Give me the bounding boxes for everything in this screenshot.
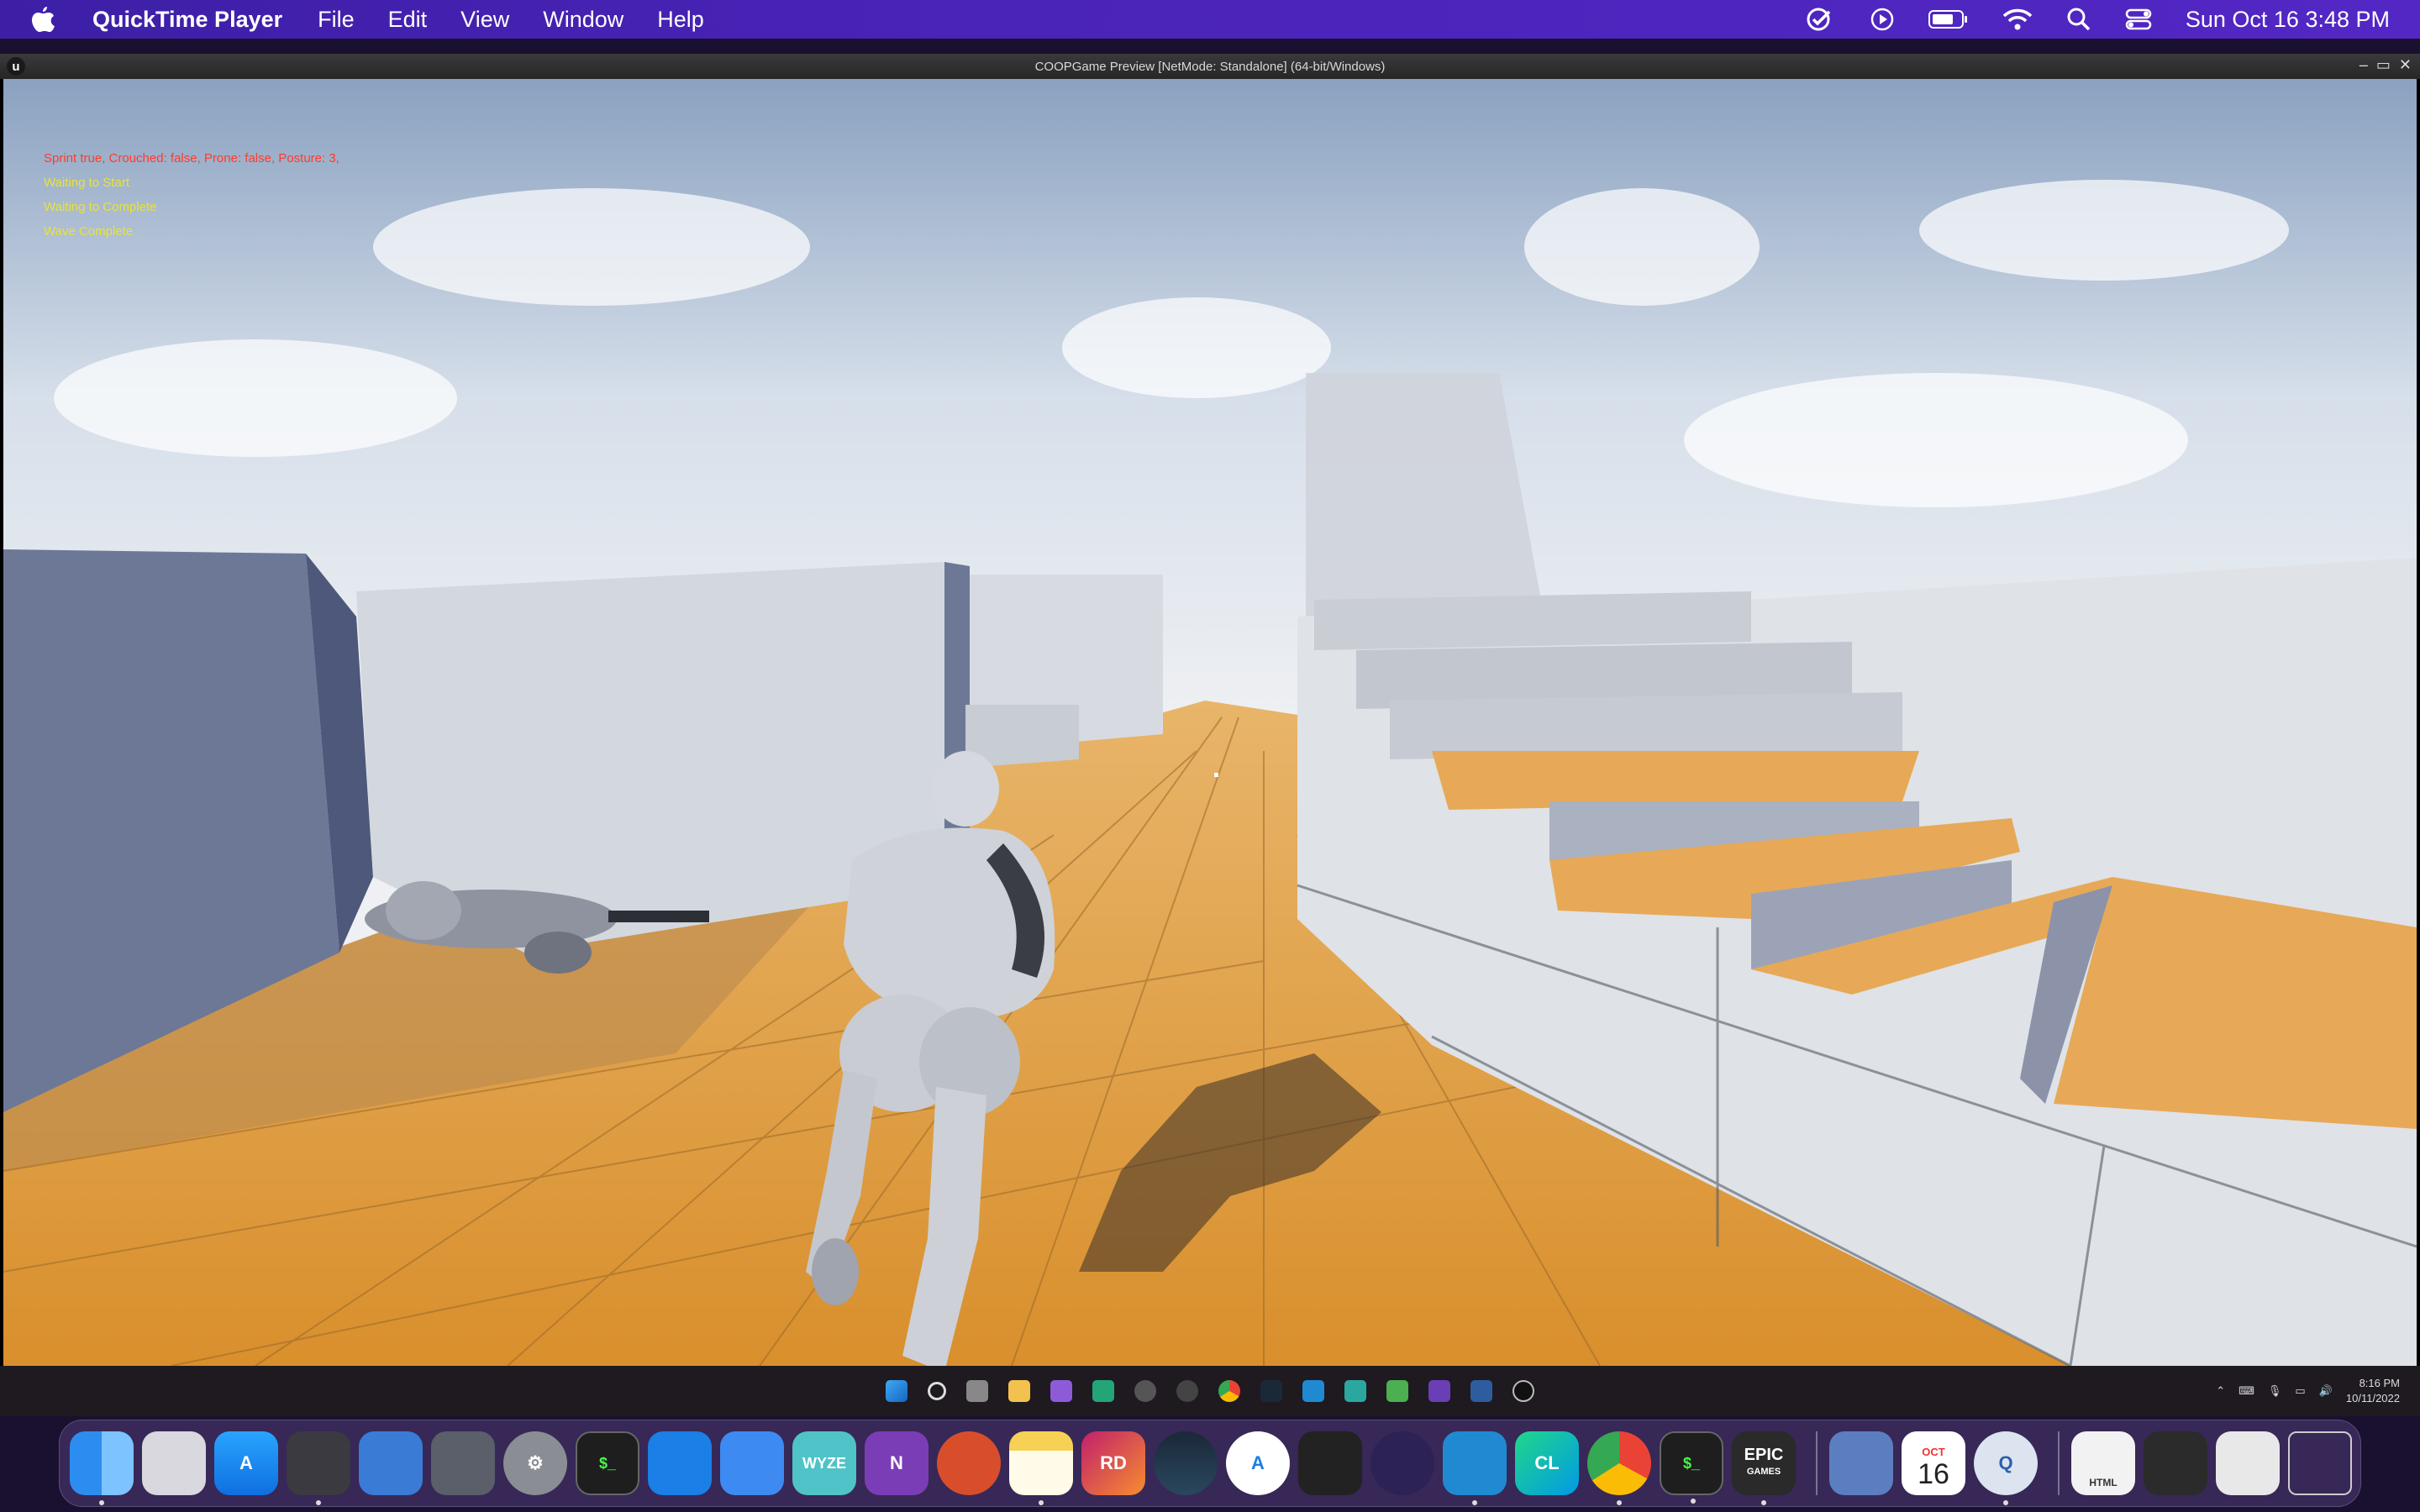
visual-studio-icon[interactable] (1050, 1380, 1072, 1402)
terminal-icon[interactable]: $_ (576, 1431, 639, 1495)
github-icon[interactable] (1134, 1380, 1156, 1402)
steam-dock-icon[interactable] (1154, 1431, 1218, 1495)
visual-studio-purple-icon[interactable] (1428, 1380, 1450, 1402)
far-tower (1306, 373, 1541, 617)
game-viewport[interactable]: Sprint true, Crouched: false, Prone: fal… (3, 79, 2417, 1366)
app-name[interactable]: QuickTime Player (92, 7, 282, 33)
play-icon[interactable] (1870, 7, 1895, 32)
windows-start-icon[interactable] (886, 1380, 908, 1402)
media-play-icon[interactable] (1386, 1380, 1408, 1402)
launchpad-icon[interactable] (142, 1431, 206, 1495)
instruments-a-icon[interactable]: A (1226, 1431, 1290, 1495)
menu-help[interactable]: Help (657, 7, 704, 33)
game-title-bar[interactable]: u COOPGame Preview [NetMode: Standalone]… (0, 54, 2420, 79)
close-icon[interactable]: ✕ (2399, 56, 2412, 74)
quicktime-icon[interactable]: Q (1974, 1431, 2038, 1505)
vscode-icon[interactable] (1302, 1380, 1324, 1402)
search-icon[interactable] (928, 1382, 946, 1400)
html-file-icon[interactable]: HTML (2071, 1431, 2135, 1495)
minimize-icon[interactable]: – (2360, 56, 2368, 74)
step-top-1 (1432, 751, 1919, 810)
game-scene (3, 79, 2417, 1366)
notes-icon[interactable] (1009, 1431, 1073, 1505)
image-capture-icon[interactable] (431, 1431, 495, 1495)
recent-window-2-icon[interactable] (2216, 1431, 2280, 1495)
steam-icon[interactable] (1260, 1380, 1282, 1402)
keyboard-icon[interactable]: ⌨ (2238, 1384, 2254, 1398)
menu-edit[interactable]: Edit (388, 7, 428, 33)
app-green-icon[interactable] (1092, 1380, 1114, 1402)
system-preferences-icon[interactable]: ⚙ (503, 1431, 567, 1495)
clion-icon[interactable]: CL (1515, 1431, 1579, 1495)
chrome-icon[interactable] (1218, 1380, 1240, 1402)
vscode-dock-icon[interactable] (1443, 1431, 1507, 1505)
quicktime-window: u COOPGame Preview [NetMode: Standalone]… (0, 54, 2420, 1416)
unreal-logo-icon: u (7, 57, 25, 76)
trash-icon[interactable] (2288, 1431, 2352, 1495)
calendar-icon[interactable]: OCT 16 (1902, 1431, 1965, 1495)
file-explorer-icon[interactable] (1008, 1380, 1030, 1402)
epic-games-icon[interactable]: EPIC GAMES (1732, 1431, 1796, 1505)
dock: A ⚙ $_ WYZE N RD A CL $_ EPIC GAMES OCT … (59, 1420, 2361, 1507)
chrome-dock-icon[interactable] (1587, 1431, 1651, 1505)
wifi-icon[interactable] (2002, 8, 2033, 31)
obs-icon[interactable] (1176, 1380, 1198, 1402)
window-title: COOPGame Preview [NetMode: Standalone] (… (1034, 59, 1386, 74)
maximize-icon[interactable]: ▭ (2376, 56, 2391, 74)
unreal-taskbar-icon[interactable] (1512, 1380, 1534, 1402)
app-teal-icon[interactable] (1344, 1380, 1366, 1402)
network-icon[interactable]: ▭ (2295, 1384, 2305, 1398)
debug-line-waiting-start: Waiting to Start (44, 176, 129, 190)
disk-utility-icon[interactable] (287, 1431, 350, 1505)
crosshair-dot (1214, 773, 1218, 777)
task-view-icon[interactable] (966, 1380, 988, 1402)
windows-taskbar: ⌃ ⌨ 🎙 ▭ 🔊 8:16 PM 10/11/2022 (0, 1366, 2420, 1416)
debug-line-waiting-complete: Waiting to Complete (44, 200, 157, 214)
dock-separator-2 (2058, 1431, 2060, 1495)
system-tray: ⌃ ⌨ 🎙 ▭ 🔊 8:16 PM 10/11/2022 (2216, 1366, 2400, 1416)
taskbar-clock[interactable]: 8:16 PM 10/11/2022 (2346, 1376, 2400, 1406)
checklist-icon[interactable] (1806, 7, 1836, 32)
dock-separator (1816, 1431, 1818, 1495)
swift-playgrounds-icon[interactable] (359, 1431, 423, 1495)
eclipse-icon[interactable] (1370, 1431, 1434, 1495)
control-center-icon[interactable] (2125, 8, 2152, 31)
recent-window-1-icon[interactable] (2144, 1431, 2207, 1495)
microphone-icon[interactable]: 🎙 (2268, 1384, 2282, 1398)
battery-icon[interactable] (1928, 9, 1969, 29)
debug-overlay: Sprint true, Crouched: false, Prone: fal… (44, 146, 339, 244)
rider-icon[interactable]: RD (1081, 1431, 1145, 1495)
unity-icon[interactable] (1298, 1431, 1362, 1495)
powershell-icon[interactable] (1470, 1380, 1492, 1402)
wyze-icon[interactable]: WYZE (792, 1431, 856, 1495)
terminal-2-icon[interactable]: $_ (1660, 1431, 1723, 1504)
spotlight-search-icon[interactable] (2066, 7, 2091, 32)
preview-icon[interactable] (1829, 1431, 1893, 1495)
menu-file[interactable]: File (318, 7, 355, 33)
menu-window[interactable]: Window (543, 7, 623, 33)
app-store-icon[interactable]: A (214, 1431, 278, 1495)
menu-bar: QuickTime Player File Edit View Window H… (0, 0, 2420, 39)
tray-chevron-icon[interactable]: ⌃ (2216, 1384, 2225, 1398)
debug-line-wave-complete: Wave Complete (44, 224, 134, 239)
debug-line-state: Sprint true, Crouched: false, Prone: fal… (44, 151, 339, 165)
apple-menu-icon[interactable] (30, 5, 67, 34)
onenote-icon[interactable]: N (865, 1431, 929, 1495)
instruments-icon[interactable] (720, 1431, 784, 1495)
menu-view[interactable]: View (460, 7, 509, 33)
remote-desktop-icon[interactable] (937, 1431, 1001, 1495)
finder-icon[interactable] (70, 1431, 134, 1505)
menubar-clock[interactable]: Sun Oct 16 3:48 PM (2186, 7, 2390, 33)
volume-icon[interactable]: 🔊 (2319, 1384, 2333, 1398)
xcode-icon[interactable] (648, 1431, 712, 1495)
